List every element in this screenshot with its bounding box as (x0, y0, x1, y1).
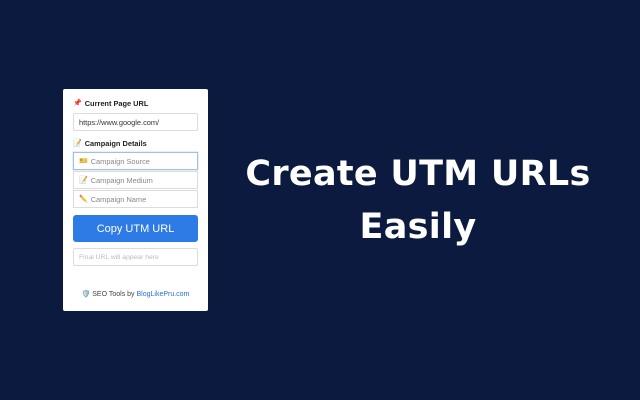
campaign-details-label-text: Campaign Details (84, 138, 147, 148)
campaign-source-placeholder: Campaign Source (90, 156, 150, 166)
campaign-source-input[interactable]: 🎫 Campaign Source (73, 152, 198, 170)
current-url-label-text: Current Page URL (84, 98, 149, 108)
pin-icon: 📌 (73, 99, 82, 107)
current-url-label: 📌 Current Page URL (73, 98, 199, 108)
final-url-placeholder: Final URL will appear here (79, 253, 159, 261)
ticket-icon: 🎫 (79, 157, 88, 165)
notes-icon: 📝 (73, 139, 82, 147)
bloglikepru-link[interactable]: BlogLikePru.com (136, 291, 189, 298)
extension-popup: 📌 Current Page URL https://www.google.co… (63, 89, 208, 311)
promo-headline: Create UTM URLs Easily (230, 148, 606, 254)
campaign-medium-input[interactable]: 📝 Campaign Medium (73, 171, 198, 189)
headline-line-2: Easily (359, 207, 477, 247)
current-url-field[interactable]: https://www.google.com/ (73, 113, 198, 131)
campaign-details-label: 📝 Campaign Details (73, 138, 199, 148)
current-url-value: https://www.google.com/ (79, 117, 160, 127)
popup-footer: 🛡️ SEO Tools by BlogLikePru.com (63, 291, 208, 298)
headline-line-1: Create UTM URLs (245, 154, 591, 194)
campaign-name-placeholder: Campaign Name (90, 194, 147, 204)
footer-text: SEO Tools by (92, 291, 135, 298)
campaign-medium-placeholder: Campaign Medium (90, 175, 153, 185)
pencil-icon: ✏️ (79, 195, 88, 203)
shield-icon: 🛡️ (81, 291, 91, 298)
memo-icon: 📝 (79, 176, 88, 184)
campaign-name-input[interactable]: ✏️ Campaign Name (73, 190, 198, 208)
copy-utm-url-button[interactable]: Copy UTM URL (73, 215, 198, 242)
final-url-output[interactable]: Final URL will appear here (73, 248, 198, 266)
